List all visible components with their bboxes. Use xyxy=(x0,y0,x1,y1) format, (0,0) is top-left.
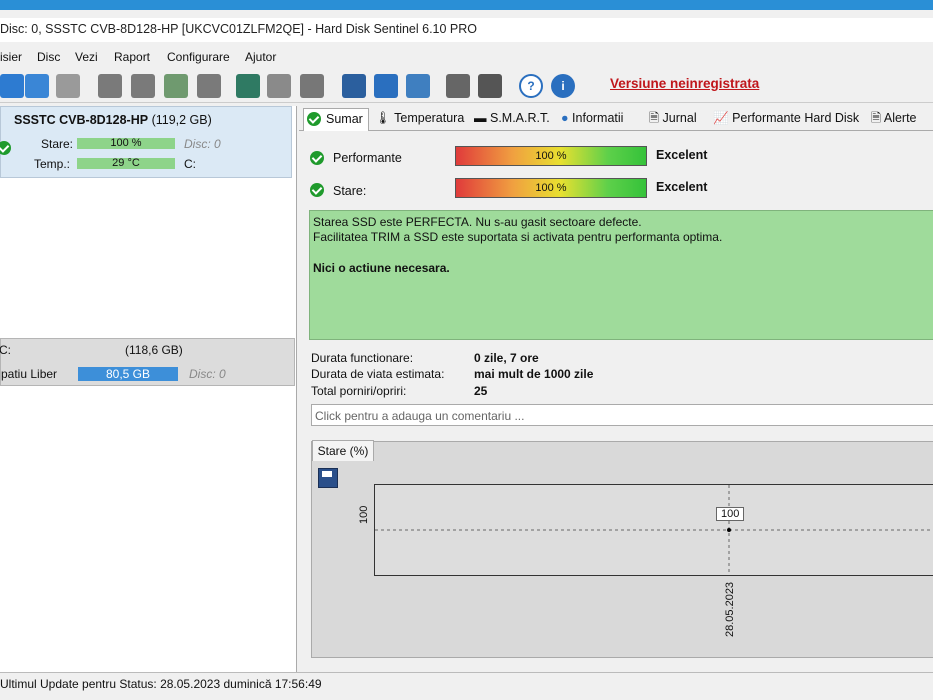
tab-summary[interactable]: Sumar xyxy=(303,108,369,131)
settings-gear-icon[interactable] xyxy=(446,74,470,98)
tab-alerts[interactable]: 🗎 Alerte xyxy=(871,108,917,130)
alert-document-icon: 🗎 xyxy=(871,111,882,125)
uptime-label: Durata functionare: xyxy=(311,351,414,365)
health-bar: 100 % xyxy=(77,138,175,149)
tab-bar: Sumar 🌡 Temperatura ▬ S.M.A.R.T. ● Infor… xyxy=(299,106,933,131)
document-icon: 🗎 xyxy=(649,111,660,125)
disk-list-pane: SSSTC CVB-8D128-HP (119,2 GB) Stare: 100… xyxy=(0,106,297,672)
status-line-2: Facilitatea TRIM a SSD este suportata si… xyxy=(313,230,723,244)
y-tick-label: 100 xyxy=(358,505,370,524)
health-ok-icon xyxy=(310,183,324,197)
health-summary-grade: Excelent xyxy=(656,180,708,194)
lifetime-value: mai mult de 1000 zile xyxy=(474,367,594,381)
mail-icon[interactable] xyxy=(374,74,398,98)
free-space-label: patiu Liber xyxy=(1,367,58,381)
dash-icon: ▬ xyxy=(474,111,487,125)
disk-search-icon[interactable] xyxy=(197,74,221,98)
temperature-bar: 29 °C xyxy=(77,158,175,169)
health-label: Stare: xyxy=(41,137,74,151)
refresh-icon[interactable] xyxy=(0,74,24,98)
toolbar: ? i Versiune neinregistrata xyxy=(0,70,933,103)
chart-icon: 📈 xyxy=(713,111,729,125)
disk-size: (119,2 GB) xyxy=(151,113,212,127)
menu-view[interactable]: Vezi xyxy=(75,50,98,64)
info-circle-icon: ● xyxy=(561,111,569,125)
tab-temperature[interactable]: 🌡 Temperatura xyxy=(375,108,464,130)
menu-disk[interactable]: Disc xyxy=(37,50,60,64)
performance-bar: 100 % xyxy=(455,146,647,166)
health-line-chart xyxy=(374,484,933,576)
status-bar-text: Ultimul Update pentru Status: 28.05.2023… xyxy=(0,677,322,691)
partition-size: (118,6 GB) xyxy=(125,343,183,357)
web-globe-icon[interactable] xyxy=(236,74,260,98)
action-text: Nici o actiune necesara. xyxy=(313,261,450,275)
performance-grade: Excelent xyxy=(656,148,708,162)
health-graph-panel: Stare (%) 100 28.05.2023 100 xyxy=(311,440,933,658)
performance-ok-icon xyxy=(310,151,324,165)
health-data-point xyxy=(727,528,731,532)
menu-report[interactable]: Raport xyxy=(114,50,150,64)
details-pane: Sumar 🌡 Temperatura ▬ S.M.A.R.T. ● Infor… xyxy=(299,106,933,672)
disk-name: SSSTC CVB-8D128-HP xyxy=(14,113,149,127)
disk-icon[interactable] xyxy=(98,74,122,98)
tab-smart[interactable]: ▬ S.M.A.R.T. xyxy=(474,108,550,130)
window-title: Disc: 0, SSSTC CVB-8D128-HP [UKCVC01ZLFM… xyxy=(0,22,478,36)
power-cycles-value: 25 xyxy=(474,384,488,398)
lifetime-label: Durata de viata estimata: xyxy=(311,367,445,381)
comment-field[interactable]: Click pentru a adauga un comentariu ... xyxy=(311,404,933,426)
disk-panel[interactable]: SSSTC CVB-8D128-HP (119,2 GB) Stare: 100… xyxy=(0,106,292,178)
x-tick-label: 28.05.2023 xyxy=(724,581,736,637)
sync-warning-icon[interactable] xyxy=(25,74,49,98)
info-icon[interactable]: i xyxy=(551,74,575,98)
menu-configure[interactable]: Configurare xyxy=(167,50,230,64)
title-bar: Disc: 0, SSSTC CVB-8D128-HP [UKCVC01ZLFM… xyxy=(0,18,933,42)
partition-disk-index: Disc: 0 xyxy=(189,367,226,381)
unregistered-link[interactable]: Versiune neinregistrata xyxy=(610,76,759,91)
health-summary-label: Stare: xyxy=(333,184,367,198)
tab-information[interactable]: ● Informatii xyxy=(561,108,623,130)
drive-letter: C: xyxy=(184,157,196,171)
menu-file[interactable]: isier xyxy=(0,50,22,64)
backup-icon[interactable] xyxy=(267,74,291,98)
drive-export-icon[interactable] xyxy=(300,74,324,98)
ok-check-icon xyxy=(307,112,321,126)
power-cycles-label: Total porniri/opriri: xyxy=(311,384,407,398)
partition-panel[interactable]: C: (118,6 GB) patiu Liber 80,5 GB Disc: … xyxy=(0,338,295,386)
thermometer-icon: 🌡 xyxy=(375,111,391,125)
ok-check-icon xyxy=(0,141,11,155)
graph-tab-health[interactable]: Stare (%) xyxy=(312,440,374,461)
free-space-bar: 80,5 GB xyxy=(78,367,178,381)
disk-check-icon[interactable] xyxy=(164,74,188,98)
uptime-value: 0 zile, 7 ore xyxy=(474,351,539,365)
menu-help[interactable]: Ajutor xyxy=(245,50,276,64)
save-icon[interactable] xyxy=(318,468,338,488)
speaker-icon[interactable] xyxy=(478,74,502,98)
disk-clock-icon[interactable] xyxy=(131,74,155,98)
status-message-box: Starea SSD este PERFECTA. Nu s-au gasit … xyxy=(309,210,933,340)
partition-letter: C: xyxy=(0,343,11,357)
tab-performance[interactable]: 📈 Performante Hard Disk xyxy=(713,108,859,130)
disk-title: SSSTC CVB-8D128-HP (119,2 GB) xyxy=(14,113,212,127)
list-icon[interactable] xyxy=(56,74,80,98)
tab-log[interactable]: 🗎 Jurnal xyxy=(649,108,697,130)
health-summary-bar: 100 % xyxy=(455,178,647,198)
disk-index: Disc: 0 xyxy=(184,137,221,151)
network-icon[interactable] xyxy=(406,74,430,98)
report-icon[interactable] xyxy=(342,74,366,98)
status-bar: Ultimul Update pentru Status: 28.05.2023… xyxy=(0,672,933,695)
app-window: Disc: 0, SSSTC CVB-8D128-HP [UKCVC01ZLFM… xyxy=(0,10,933,700)
help-icon[interactable]: ? xyxy=(519,74,543,98)
temperature-label: Temp.: xyxy=(34,157,71,171)
performance-label: Performante xyxy=(333,151,402,165)
menu-bar: isier Disc Vezi Raport Configurare Ajuto… xyxy=(0,48,933,68)
status-line-1: Starea SSD este PERFECTA. Nu s-au gasit … xyxy=(313,215,642,229)
point-value-label: 100 xyxy=(716,507,745,521)
